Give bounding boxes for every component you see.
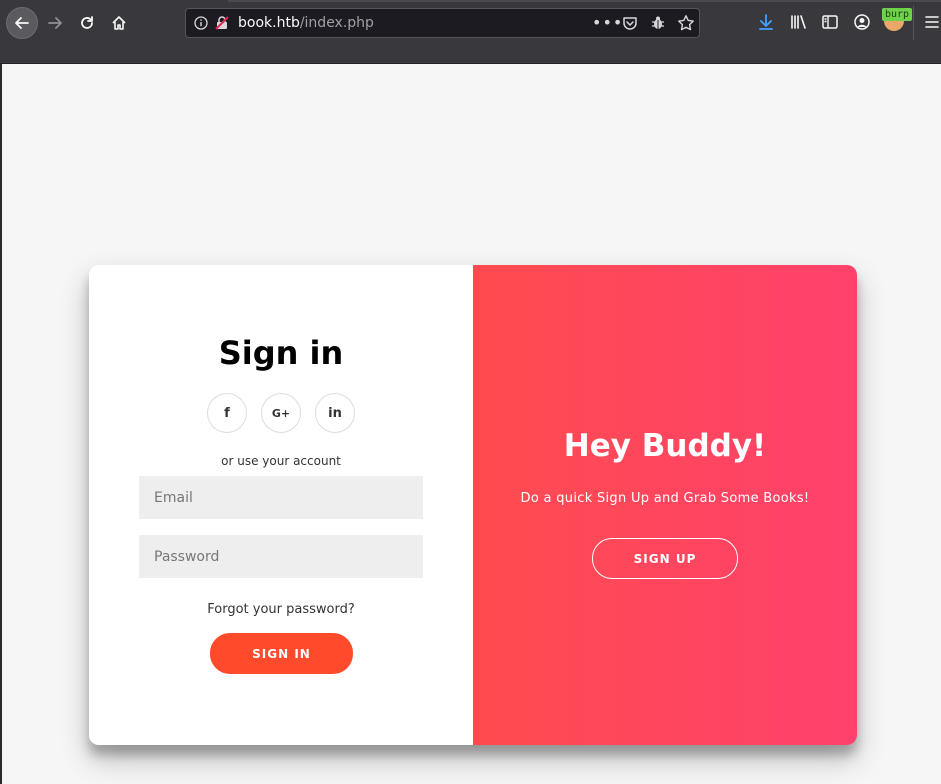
arrow-right-icon [48, 17, 62, 29]
forgot-password-link[interactable]: Forgot your password? [89, 602, 473, 617]
overlay-title: Hey Buddy! [563, 428, 767, 464]
overlay-text: Do a quick Sign Up and Grab Some Books! [520, 491, 810, 506]
pocket-icon[interactable] [622, 15, 638, 31]
reload-button[interactable] [72, 8, 102, 38]
star-icon[interactable] [677, 14, 695, 32]
arrow-left-icon [15, 17, 29, 29]
facebook-button[interactable]: f [207, 393, 247, 433]
browser-toolbar: book.htb/index.php ••• burp [0, 0, 941, 64]
google-plus-icon: G+ [271, 406, 291, 420]
facebook-icon: f [224, 405, 230, 421]
home-button[interactable] [104, 8, 134, 38]
url-bar[interactable]: book.htb/index.php ••• [185, 8, 700, 38]
forward-button[interactable] [40, 8, 70, 38]
insecure-lock-icon[interactable] [214, 15, 230, 31]
auth-card: Sign in f G+ in or use your account Forg… [89, 265, 857, 745]
reload-icon [81, 16, 93, 29]
signin-form: Sign in f G+ in or use your account Forg… [89, 265, 473, 745]
alt-login-text: or use your account [221, 454, 341, 468]
signup-button[interactable]: SIGN UP [592, 538, 738, 579]
password-field[interactable] [139, 535, 423, 578]
page-actions-icon[interactable]: ••• [592, 13, 623, 32]
tab-strip [228, 0, 941, 2]
url-path: /index.php [299, 15, 374, 31]
info-icon[interactable] [194, 16, 208, 30]
linkedin-icon: in [328, 405, 342, 421]
signin-button[interactable]: SIGN IN [210, 633, 353, 674]
url-host: book.htb [238, 15, 300, 31]
signin-title: Sign in [218, 334, 344, 372]
burp-badge: burp [882, 8, 913, 21]
library-icon[interactable] [789, 13, 807, 31]
google-plus-button[interactable]: G+ [261, 393, 301, 433]
email-field[interactable] [139, 476, 423, 519]
url-text[interactable]: book.htb/index.php [238, 15, 374, 31]
toolbar-divider [913, 6, 914, 40]
home-icon [112, 16, 126, 30]
account-icon[interactable] [853, 13, 871, 31]
signup-overlay-panel: Hey Buddy! Do a quick Sign Up and Grab S… [473, 265, 857, 745]
download-icon[interactable] [757, 13, 775, 31]
sidebar-icon[interactable] [821, 13, 839, 31]
linkedin-button[interactable]: in [315, 393, 355, 433]
hamburger-menu-icon[interactable] [924, 13, 940, 31]
back-button[interactable] [6, 7, 38, 39]
page-content: Sign in f G+ in or use your account Forg… [0, 64, 941, 784]
bug-icon[interactable] [650, 15, 666, 31]
